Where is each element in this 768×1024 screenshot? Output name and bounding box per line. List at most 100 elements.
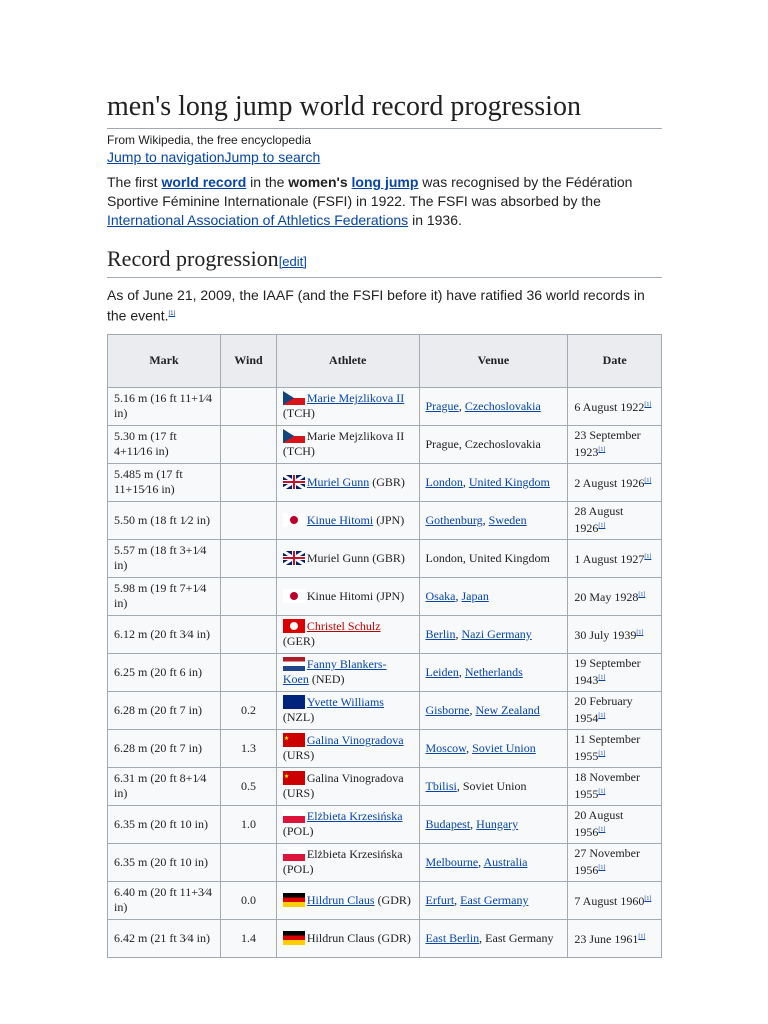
flag-nzl-icon: [282, 695, 305, 710]
athlete-cell: Muriel Gunn (GBR): [275, 538, 420, 578]
reference: [1]: [644, 402, 651, 408]
venue-city[interactable]: Gisborne: [426, 703, 470, 717]
reference-link[interactable]: [1]: [598, 865, 605, 871]
reference-link[interactable]: [1]: [598, 751, 605, 757]
date-text: 28 August 1926: [574, 504, 624, 536]
venue-city[interactable]: Moscow: [426, 741, 467, 755]
edit-link[interactable]: [edit]: [279, 254, 307, 269]
jump-to-navigation-link[interactable]: Jump to navigation: [107, 149, 225, 165]
table-row: 5.16 m (16 ft 11+1⁄4 in) Marie Mejzlikova…: [106, 386, 662, 426]
reference-link[interactable]: [1]: [644, 896, 651, 902]
athlete-country: (URS): [282, 786, 315, 801]
table-row: 6.35 m (20 ft 10 in) Elżbieta Krzesińska …: [106, 842, 662, 882]
venue-city[interactable]: Prague: [426, 399, 459, 413]
reference: [1]: [598, 789, 605, 795]
venue-city[interactable]: East Berlin: [426, 931, 480, 945]
date-text: 6 August 1922: [574, 399, 645, 414]
flag-urs-icon: ★: [282, 733, 305, 748]
reference: [1]: [644, 478, 651, 484]
reference-link[interactable]: [1]: [598, 447, 605, 453]
reference-link[interactable]: [1]: [598, 523, 605, 529]
venue-country[interactable]: Australia: [484, 855, 528, 869]
athlete-country: (NZL): [282, 710, 315, 725]
venue-city[interactable]: Leiden: [426, 665, 459, 679]
athlete-name-link[interactable]: Galina Vinogradova: [307, 733, 404, 747]
athlete-name-link[interactable]: Marie Mejzlikova II: [307, 391, 404, 405]
athlete-cell: Hildrun Claus (GDR): [275, 918, 420, 958]
long-jump-link[interactable]: long jump: [352, 174, 419, 190]
date-cell: 27 November 1956[1]: [567, 842, 662, 882]
athlete-name-link[interactable]: Hildrun Claus: [307, 893, 375, 907]
athlete-name-link[interactable]: Elżbieta Krzesińska: [307, 809, 403, 823]
reference-link[interactable]: [1]: [644, 478, 651, 484]
table-row: 6.12 m (20 ft 3⁄4 in) Christel Schulz (GE…: [106, 614, 662, 654]
date-cell: 23 June 1961[1]: [567, 918, 662, 958]
venue-city[interactable]: Melbourne: [426, 855, 479, 869]
reference-link[interactable]: [1]: [636, 630, 643, 636]
reference-link[interactable]: [1]: [638, 934, 645, 940]
venue-country[interactable]: East Germany: [460, 893, 528, 907]
venue-city[interactable]: London: [426, 475, 463, 489]
date-text: 19 September 1943: [574, 656, 641, 688]
reference-link[interactable]: [1]: [169, 311, 176, 317]
table-row: 6.25 m (20 ft 6 in) Fanny Blankers-Koen (…: [106, 652, 662, 692]
venue-country[interactable]: Japan: [462, 589, 489, 603]
athlete-name-link[interactable]: Kinue Hitomi: [307, 513, 373, 527]
section-heading: Record progression[edit]: [107, 244, 662, 278]
venue-city[interactable]: Budapest: [426, 817, 471, 831]
venue-country[interactable]: Czechoslovakia: [465, 399, 541, 413]
reference-link[interactable]: [1]: [644, 402, 651, 408]
wind-cell: [220, 386, 277, 426]
venue-cell: Gothenburg, Sweden: [418, 500, 569, 540]
venue-country[interactable]: Soviet Union: [472, 741, 536, 755]
jump-to-search-link[interactable]: Jump to search: [225, 149, 321, 165]
athlete-name-link[interactable]: Christel Schulz: [307, 619, 381, 633]
athlete-name-link[interactable]: Yvette Williams: [307, 695, 384, 709]
athlete-name-link[interactable]: Muriel Gunn: [307, 475, 369, 489]
date-text: 23 September 1923: [574, 428, 641, 460]
date-text: 18 November 1955: [574, 770, 640, 802]
reference-link[interactable]: [1]: [598, 713, 605, 719]
athlete-name: Kinue Hitomi: [306, 588, 374, 603]
flag-jpn-icon: [282, 512, 305, 527]
flag-gbr-icon: [282, 473, 306, 490]
flag-gbr-icon: [282, 549, 306, 566]
reference-link[interactable]: [1]: [598, 675, 605, 681]
mark-cell: 6.25 m (20 ft 6 in): [106, 652, 222, 692]
reference-link[interactable]: [1]: [598, 827, 605, 833]
venue-cell: Moscow, Soviet Union: [418, 728, 569, 768]
date-text: 20 February 1954: [574, 694, 633, 726]
mark-cell: 5.30 m (17 ft 4+11⁄16 in): [106, 424, 222, 464]
table-row: 6.28 m (20 ft 7 in) 0.2 Yvette Williams (N…: [106, 690, 662, 730]
table-row: 5.57 m (18 ft 3+1⁄4 in) Muriel Gunn (GBR)…: [106, 538, 662, 578]
table-row: 5.98 m (19 ft 7+1⁄4 in) Kinue Hitomi (JPN…: [106, 576, 662, 616]
athlete-country: (JPN): [376, 512, 405, 527]
athlete-country: (TCH): [282, 444, 315, 459]
reference: [1]: [638, 934, 645, 940]
venue-city[interactable]: Gothenburg: [426, 513, 483, 527]
venue-country[interactable]: Nazi Germany: [462, 627, 532, 641]
venue-country[interactable]: New Zealand: [476, 703, 540, 717]
world-record-link[interactable]: world record: [161, 174, 246, 190]
venue-city[interactable]: Erfurt: [426, 893, 455, 907]
reference-link[interactable]: [1]: [644, 554, 651, 560]
wind-cell: [220, 652, 277, 692]
venue-city[interactable]: Berlin: [426, 627, 456, 641]
venue-city[interactable]: Tbilisi: [426, 779, 457, 793]
venue-cell: Tbilisi, Soviet Union: [418, 766, 569, 806]
flag-jpn-icon: [282, 588, 305, 603]
venue-country[interactable]: Hungary: [476, 817, 518, 831]
venue-country[interactable]: United Kingdom: [469, 475, 550, 489]
iaaf-link[interactable]: International Association of Athletics F…: [107, 212, 408, 228]
venue-country[interactable]: Netherlands: [465, 665, 523, 679]
reference-link[interactable]: [1]: [598, 789, 605, 795]
venue-country: East Germany: [485, 930, 554, 945]
athlete-name: Galina Vinogradova: [306, 771, 404, 786]
mark-cell: 6.40 m (20 ft 11+3⁄4 in): [106, 880, 222, 920]
reference: [1]: [636, 630, 643, 636]
venue-country[interactable]: Sweden: [489, 513, 527, 527]
reference: [1]: [598, 675, 605, 681]
date-cell: 28 August 1926[1]: [567, 500, 662, 540]
venue-city[interactable]: Osaka: [426, 589, 456, 603]
reference-link[interactable]: [1]: [638, 592, 645, 598]
